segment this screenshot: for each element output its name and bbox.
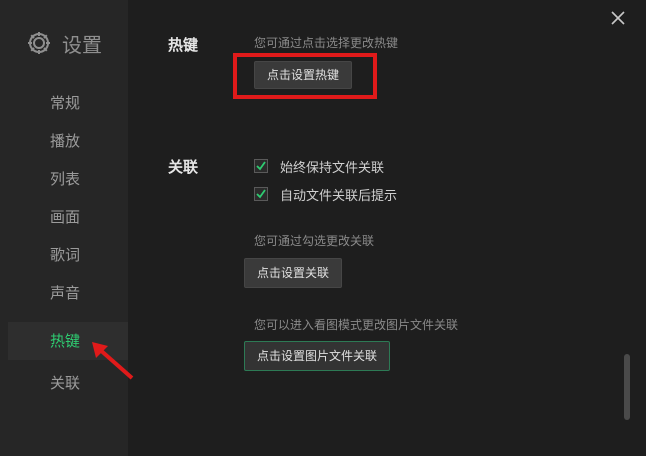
hotkey-hint: 您可通过点击选择更改热键 [254,36,399,50]
red-arrow-annotation [88,340,138,384]
nav-item-sound[interactable]: 声音 [0,274,128,312]
auto-association-prompt-row[interactable]: 自动文件关联后提示 [254,185,398,204]
nav-item-playback[interactable]: 播放 [0,122,128,160]
checkbox-label: 自动文件关联后提示 [280,188,398,204]
association-section-label: 关联 [168,158,199,176]
nav-item-playlist[interactable]: 列表 [0,160,128,198]
settings-sidebar: 设置 常规 播放 列表 画面 歌词 声音 热键 关联 [0,0,128,456]
scrollbar[interactable] [624,354,630,420]
nav-item-lyrics[interactable]: 歌词 [0,236,128,274]
sidebar-header: 设置 [26,26,102,60]
association-hint: 您可通过勾选更改关联 [254,234,375,248]
gear-icon [26,30,52,56]
checkbox-label: 始终保持文件关联 [280,160,385,176]
always-keep-association-row[interactable]: 始终保持文件关联 [254,157,385,176]
image-association-hint: 您可以进入看图模式更改图片文件关联 [254,318,459,332]
close-icon[interactable] [610,10,626,26]
settings-title: 设置 [62,32,102,57]
hotkey-section-label: 热键 [168,36,199,54]
set-association-button[interactable]: 点击设置关联 [244,258,343,288]
nav-item-general[interactable]: 常规 [0,84,128,122]
nav-item-display[interactable]: 画面 [0,198,128,236]
checkbox[interactable] [254,159,268,173]
checkbox[interactable] [254,187,268,201]
set-image-association-button[interactable]: 点击设置图片文件关联 [244,341,391,371]
set-hotkey-button[interactable]: 点击设置热键 [254,61,353,89]
